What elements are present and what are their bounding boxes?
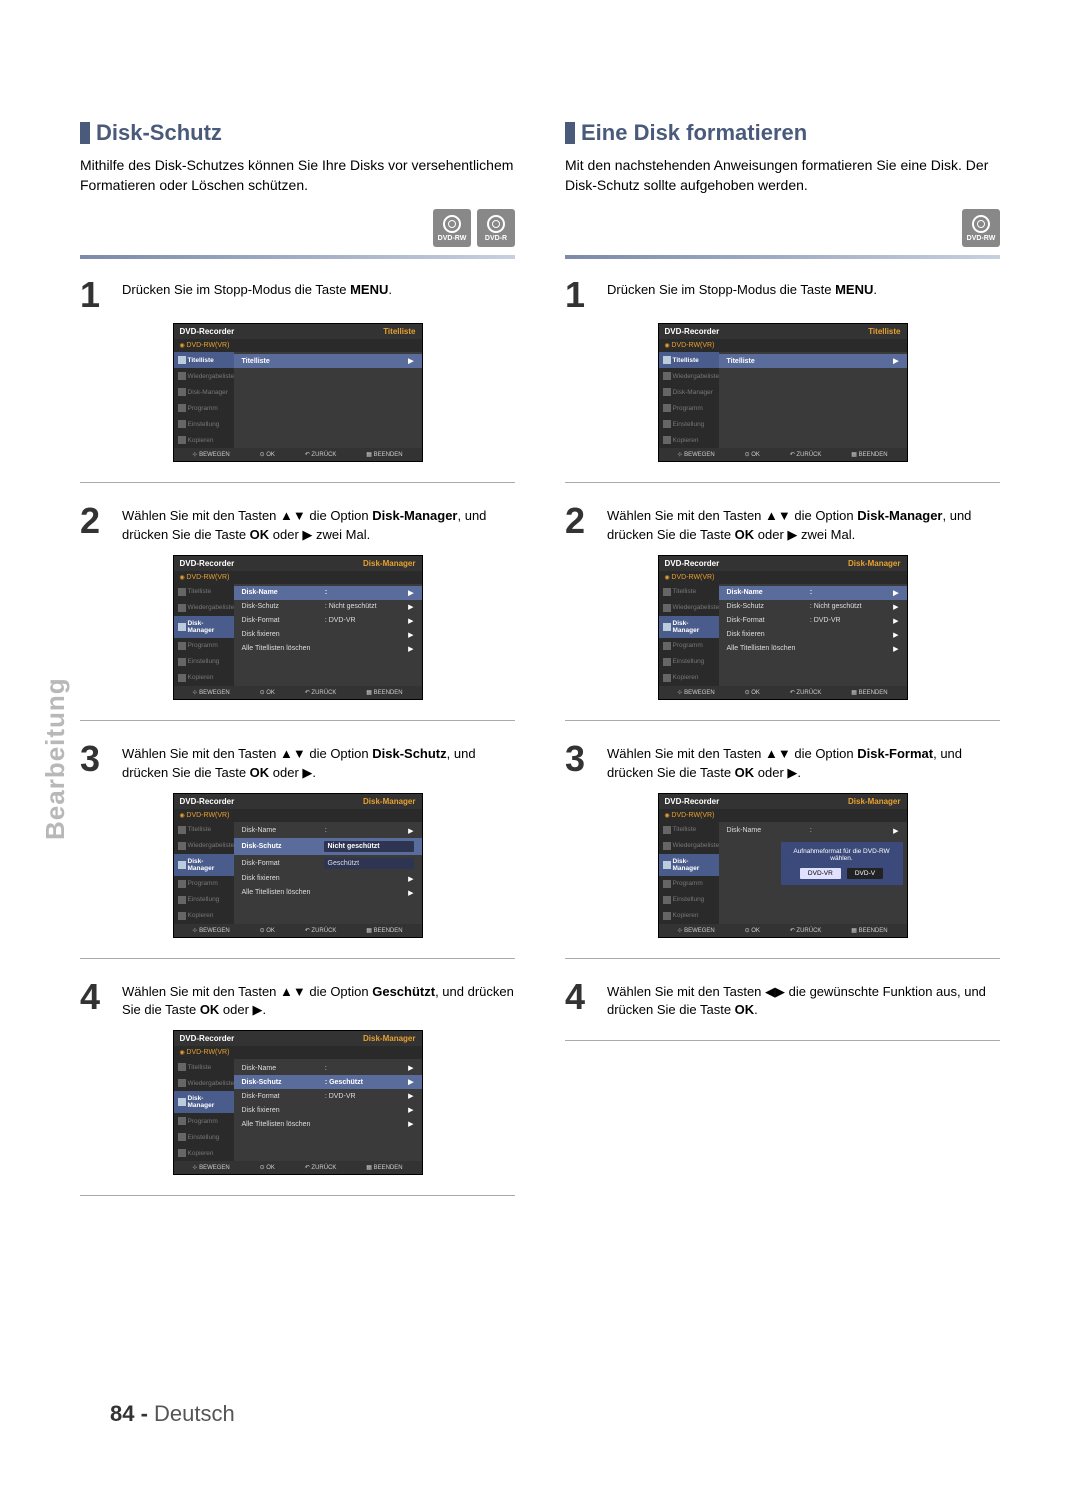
intro-text: Mit den nachstehenden Anweisungen format… — [565, 156, 1000, 195]
disc-badge-dvd-r: DVD-R — [477, 209, 515, 247]
step-2-text: Wählen Sie mit den Tasten ▲▼ die Option … — [122, 503, 515, 545]
side-section-label: Bearbeitung — [40, 677, 71, 840]
step-2-text: Wählen Sie mit den Tasten ▲▼ die Option … — [607, 503, 1000, 545]
step-4-text: Wählen Sie mit den Tasten ▲▼ die Option … — [122, 979, 515, 1021]
osd-screenshot: DVD-RecorderTitellisteDVD-RW(VR)Titellis… — [173, 323, 423, 462]
step-4-text: Wählen Sie mit den Tasten ◀▶ die gewünsc… — [607, 979, 1000, 1021]
section-title-disk-schutz: Disk-Schutz — [96, 120, 222, 146]
intro-text: Mithilfe des Disk-Schutzes können Sie Ih… — [80, 156, 515, 195]
section-rule — [80, 255, 515, 259]
step-number: 4 — [80, 979, 108, 1021]
step-number: 3 — [565, 741, 593, 783]
step-3-text: Wählen Sie mit den Tasten ▲▼ die Option … — [122, 741, 515, 783]
step-1-text: Drücken Sie im Stopp-Modus die Taste MEN… — [607, 277, 877, 313]
osd-screenshot: DVD-RecorderDisk-ManagerDVD-RW(VR)Titell… — [173, 555, 423, 700]
osd-screenshot: DVD-RecorderDisk-ManagerDVD-RW(VR)Titell… — [173, 1030, 423, 1175]
step-number: 4 — [565, 979, 593, 1021]
section-bar-icon — [565, 122, 575, 144]
step-number: 2 — [80, 503, 108, 545]
disc-badge-dvd-rw: DVD-RW — [433, 209, 471, 247]
step-3-text: Wählen Sie mit den Tasten ▲▼ die Option … — [607, 741, 1000, 783]
osd-screenshot: DVD-RecorderDisk-ManagerDVD-RW(VR)Titell… — [658, 793, 908, 938]
step-number: 1 — [565, 277, 593, 313]
step-number: 2 — [565, 503, 593, 545]
osd-screenshot: DVD-RecorderDisk-ManagerDVD-RW(VR)Titell… — [173, 793, 423, 938]
section-title-format: Eine Disk formatieren — [581, 120, 807, 146]
section-bar-icon — [80, 122, 90, 144]
section-rule — [565, 255, 1000, 259]
page-footer: 84 - Deutsch — [110, 1401, 235, 1427]
right-column: Eine Disk formatieren Mit den nachstehen… — [565, 120, 1000, 1216]
osd-screenshot: DVD-RecorderTitellisteDVD-RW(VR)Titellis… — [658, 323, 908, 462]
osd-screenshot: DVD-RecorderDisk-ManagerDVD-RW(VR)Titell… — [658, 555, 908, 700]
step-number: 1 — [80, 277, 108, 313]
left-column: Disk-Schutz Mithilfe des Disk-Schutzes k… — [80, 120, 515, 1216]
step-1-text: Drücken Sie im Stopp-Modus die Taste MEN… — [122, 277, 392, 313]
disc-badge-dvd-rw: DVD-RW — [962, 209, 1000, 247]
step-number: 3 — [80, 741, 108, 783]
